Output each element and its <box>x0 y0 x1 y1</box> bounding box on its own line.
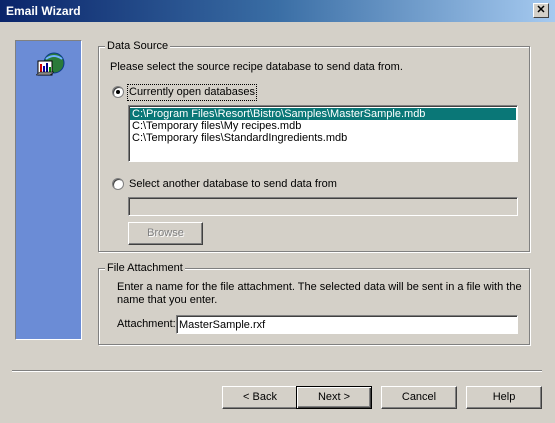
title-bar[interactable]: Email Wizard ✕ <box>0 0 555 22</box>
database-list[interactable]: C:\Program Files\Resort\Bistro\Samples\M… <box>128 105 518 162</box>
database-list-item[interactable]: C:\Temporary files\StandardIngredients.m… <box>130 132 516 144</box>
close-button[interactable]: ✕ <box>533 3 549 18</box>
open-databases-radio[interactable] <box>112 86 124 98</box>
browse-button[interactable]: Browse <box>128 222 203 245</box>
attachment-label: Attachment: <box>117 318 176 330</box>
other-database-radio[interactable] <box>112 178 124 190</box>
button-separator <box>12 370 542 372</box>
open-databases-label[interactable]: Currently open databases <box>127 84 257 101</box>
cancel-button[interactable]: Cancel <box>381 386 457 409</box>
attachment-name-input[interactable]: MasterSample.rxf <box>176 315 518 334</box>
next-button[interactable]: Next > <box>296 386 372 409</box>
file-attachment-group: File Attachment Enter a name for the fil… <box>98 262 530 345</box>
back-button[interactable]: < Back <box>222 386 298 409</box>
data-source-legend: Data Source <box>105 40 171 53</box>
data-source-instruction: Please select the source recipe database… <box>110 61 403 73</box>
email-wizard-window: Email Wizard ✕ Data Source Please select… <box>0 0 555 423</box>
database-export-icon <box>35 52 65 76</box>
file-attachment-instruction-line2: name that you enter. <box>117 294 218 306</box>
database-list-item[interactable]: C:\Temporary files\My recipes.mdb <box>130 120 516 132</box>
file-attachment-legend: File Attachment <box>105 262 185 275</box>
data-source-group: Data Source Please select the source rec… <box>98 40 530 252</box>
radio-selected-dot <box>116 90 120 94</box>
help-button[interactable]: Help <box>466 386 542 409</box>
close-icon: ✕ <box>536 4 546 16</box>
other-database-label[interactable]: Select another database to send data fro… <box>129 178 337 191</box>
other-database-path-field[interactable] <box>128 197 518 216</box>
wizard-side-panel <box>15 40 82 340</box>
file-attachment-instruction-line1: Enter a name for the file attachment. Th… <box>117 281 522 293</box>
database-list-item[interactable]: C:\Program Files\Resort\Bistro\Samples\M… <box>130 108 516 120</box>
window-title: Email Wizard <box>6 4 81 18</box>
